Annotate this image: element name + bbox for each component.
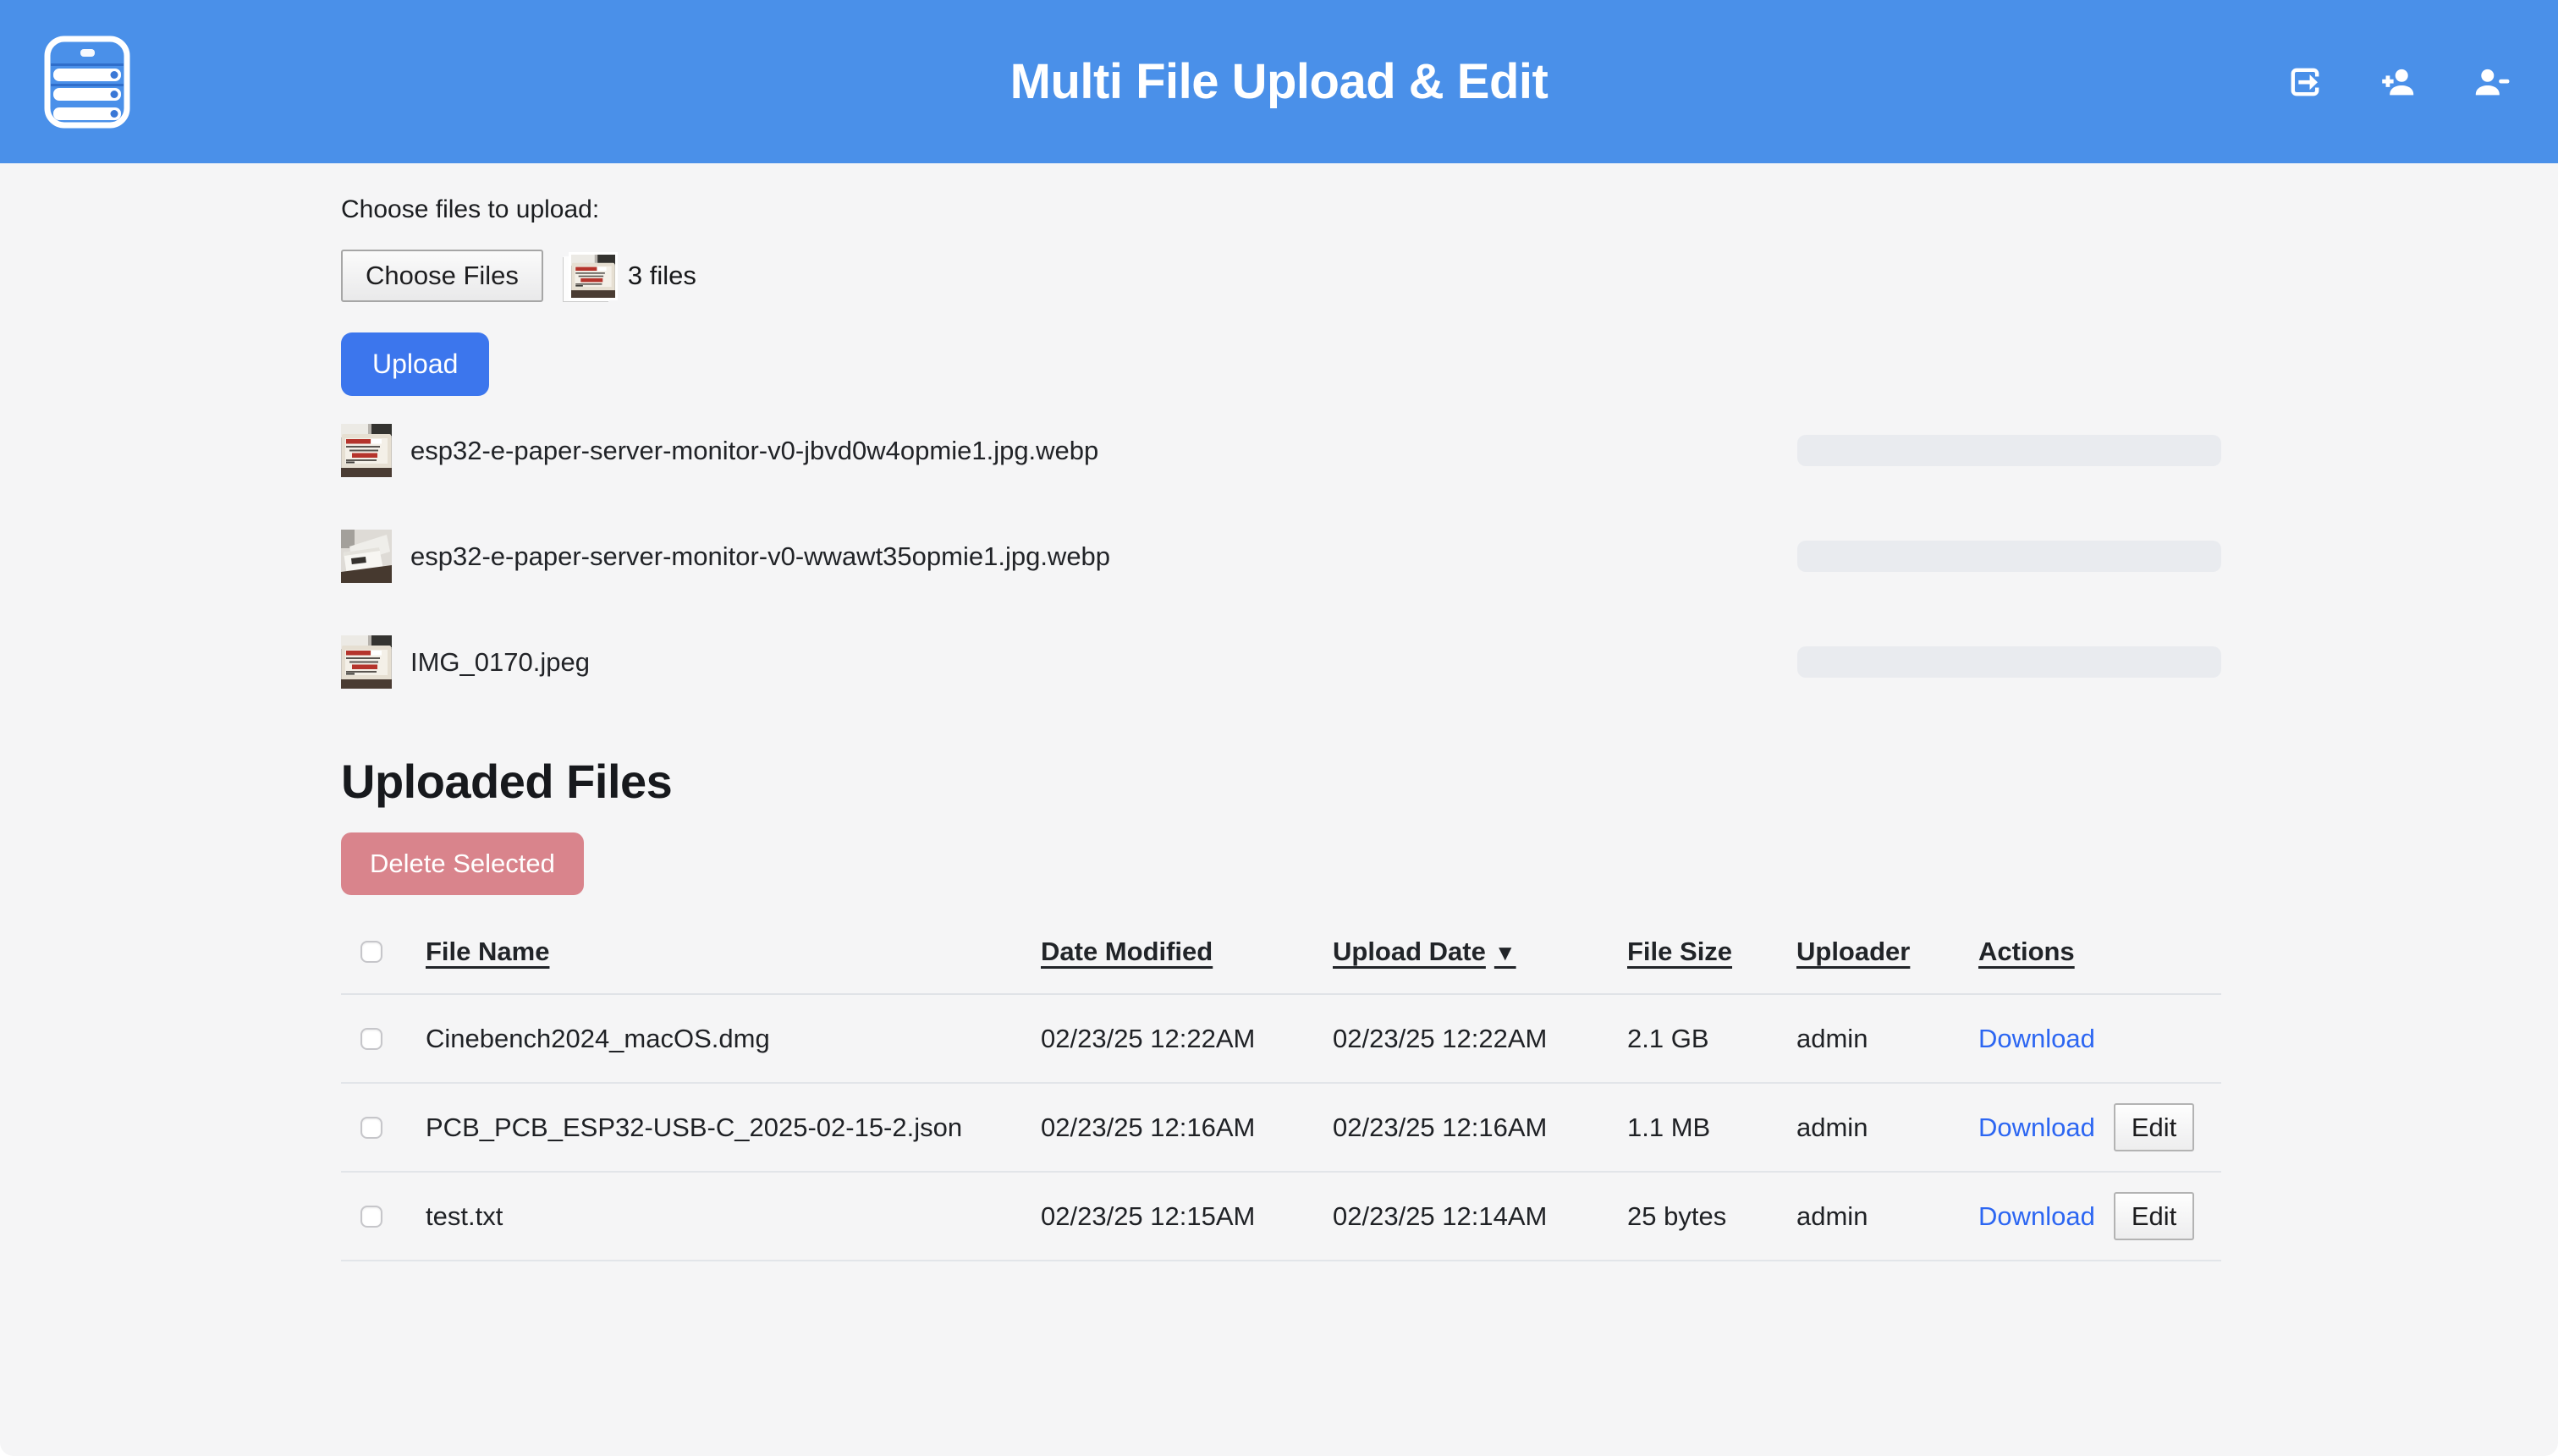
person-remove-icon[interactable]	[2472, 63, 2511, 102]
file-thumbnail	[341, 530, 392, 583]
upload-file-name: esp32-e-paper-server-monitor-v0-wwawt35o…	[410, 541, 1110, 572]
cell-file-size: 2.1 GB	[1627, 1024, 1796, 1054]
cell-date-modified: 02/23/25 12:22AM	[1041, 1024, 1333, 1054]
edit-button[interactable]: Edit	[2114, 1103, 2194, 1151]
cell-date-modified: 02/23/25 12:16AM	[1041, 1113, 1333, 1143]
upload-row-info: esp32-e-paper-server-monitor-v0-jbvd0w4o…	[341, 424, 1797, 477]
column-header-upload-date-label: Upload Date	[1333, 937, 1486, 966]
row-checkbox[interactable]	[360, 1117, 382, 1139]
table-header-row: File Name Date Modified Upload Date ▼ Fil…	[341, 910, 2221, 995]
cell-date-modified: 02/23/25 12:15AM	[1041, 1201, 1333, 1232]
app-header: Multi File Upload & Edit	[0, 0, 2558, 163]
choose-files-button[interactable]: Choose Files	[341, 250, 543, 302]
upload-progress-bar	[1797, 541, 2221, 572]
column-header-uploader[interactable]: Uploader	[1796, 937, 1910, 967]
cell-uploader: admin	[1796, 1113, 1978, 1143]
cell-file-name: test.txt	[426, 1201, 1041, 1232]
cell-upload-date: 02/23/25 12:16AM	[1333, 1113, 1627, 1143]
column-header-file-size[interactable]: File Size	[1627, 937, 1732, 967]
column-header-actions[interactable]: Actions	[1978, 937, 2075, 967]
delete-selected-button[interactable]: Delete Selected	[341, 832, 584, 895]
row-checkbox[interactable]	[360, 1206, 382, 1228]
table-body: Cinebench2024_macOS.dmg02/23/25 12:22AM0…	[341, 995, 2221, 1261]
cell-upload-date: 02/23/25 12:14AM	[1333, 1201, 1627, 1232]
table-row: Cinebench2024_macOS.dmg02/23/25 12:22AM0…	[341, 995, 2221, 1084]
upload-file-name: IMG_0170.jpeg	[410, 647, 590, 678]
download-link[interactable]: Download	[1978, 1024, 2095, 1054]
upload-row: IMG_0170.jpeg	[341, 609, 2221, 715]
uploaded-files-table: File Name Date Modified Upload Date ▼ Fil…	[341, 910, 2221, 1261]
file-input: Choose Files 3 files	[341, 246, 2221, 305]
cell-uploader: admin	[1796, 1024, 1978, 1054]
table-row: test.txt02/23/25 12:15AM02/23/25 12:14AM…	[341, 1173, 2221, 1261]
upload-row: esp32-e-paper-server-monitor-v0-jbvd0w4o…	[341, 398, 2221, 503]
cell-file-name: PCB_PCB_ESP32-USB-C_2025-02-15-2.json	[426, 1113, 1041, 1143]
download-link[interactable]: Download	[1978, 1113, 2095, 1143]
cell-actions: Download Edit	[1978, 1192, 2221, 1240]
upload-row: esp32-e-paper-server-monitor-v0-wwawt35o…	[341, 503, 2221, 609]
column-header-file-name[interactable]: File Name	[426, 937, 549, 967]
upload-row-info: IMG_0170.jpeg	[341, 635, 1797, 689]
choose-files-label: Choose files to upload:	[341, 195, 2221, 224]
upload-file-name: esp32-e-paper-server-monitor-v0-jbvd0w4o…	[410, 436, 1098, 466]
column-header-upload-date[interactable]: Upload Date ▼	[1333, 937, 1516, 967]
person-add-icon[interactable]	[2379, 63, 2418, 102]
cell-file-size: 1.1 MB	[1627, 1113, 1796, 1143]
selected-files-thumbnail	[569, 252, 618, 300]
app-window: { "header": { "title": "Multi File Uploa…	[0, 0, 2558, 1456]
file-thumbnail	[341, 424, 392, 477]
table-row: PCB_PCB_ESP32-USB-C_2025-02-15-2.json02/…	[341, 1084, 2221, 1173]
cell-uploader: admin	[1796, 1201, 1978, 1232]
upload-progress-bar	[1797, 646, 2221, 678]
row-checkbox[interactable]	[360, 1028, 382, 1050]
upload-row-info: esp32-e-paper-server-monitor-v0-wwawt35o…	[341, 530, 1797, 583]
edit-button[interactable]: Edit	[2114, 1192, 2194, 1240]
header-actions	[2286, 0, 2511, 163]
cell-actions: Download	[1978, 1024, 2221, 1054]
column-header-date-modified[interactable]: Date Modified	[1041, 937, 1213, 967]
cell-file-size: 25 bytes	[1627, 1201, 1796, 1232]
upload-progress-bar	[1797, 435, 2221, 466]
upload-button[interactable]: Upload	[341, 332, 489, 396]
login-icon[interactable]	[2286, 63, 2324, 102]
cell-file-name: Cinebench2024_macOS.dmg	[426, 1024, 1041, 1054]
uploaded-files-heading: Uploaded Files	[341, 754, 2221, 809]
cell-actions: Download Edit	[1978, 1103, 2221, 1151]
download-link[interactable]: Download	[1978, 1201, 2095, 1232]
upload-list: esp32-e-paper-server-monitor-v0-jbvd0w4o…	[341, 398, 2221, 715]
file-thumbnail	[341, 635, 392, 689]
cell-upload-date: 02/23/25 12:22AM	[1333, 1024, 1627, 1054]
page-title: Multi File Upload & Edit	[0, 53, 2558, 110]
main-content: Choose files to upload: Choose Files 3 f…	[0, 195, 2558, 1261]
select-all-checkbox[interactable]	[360, 941, 382, 963]
selected-files-count: 3 files	[628, 261, 696, 291]
sort-desc-icon: ▼	[1494, 940, 1516, 965]
